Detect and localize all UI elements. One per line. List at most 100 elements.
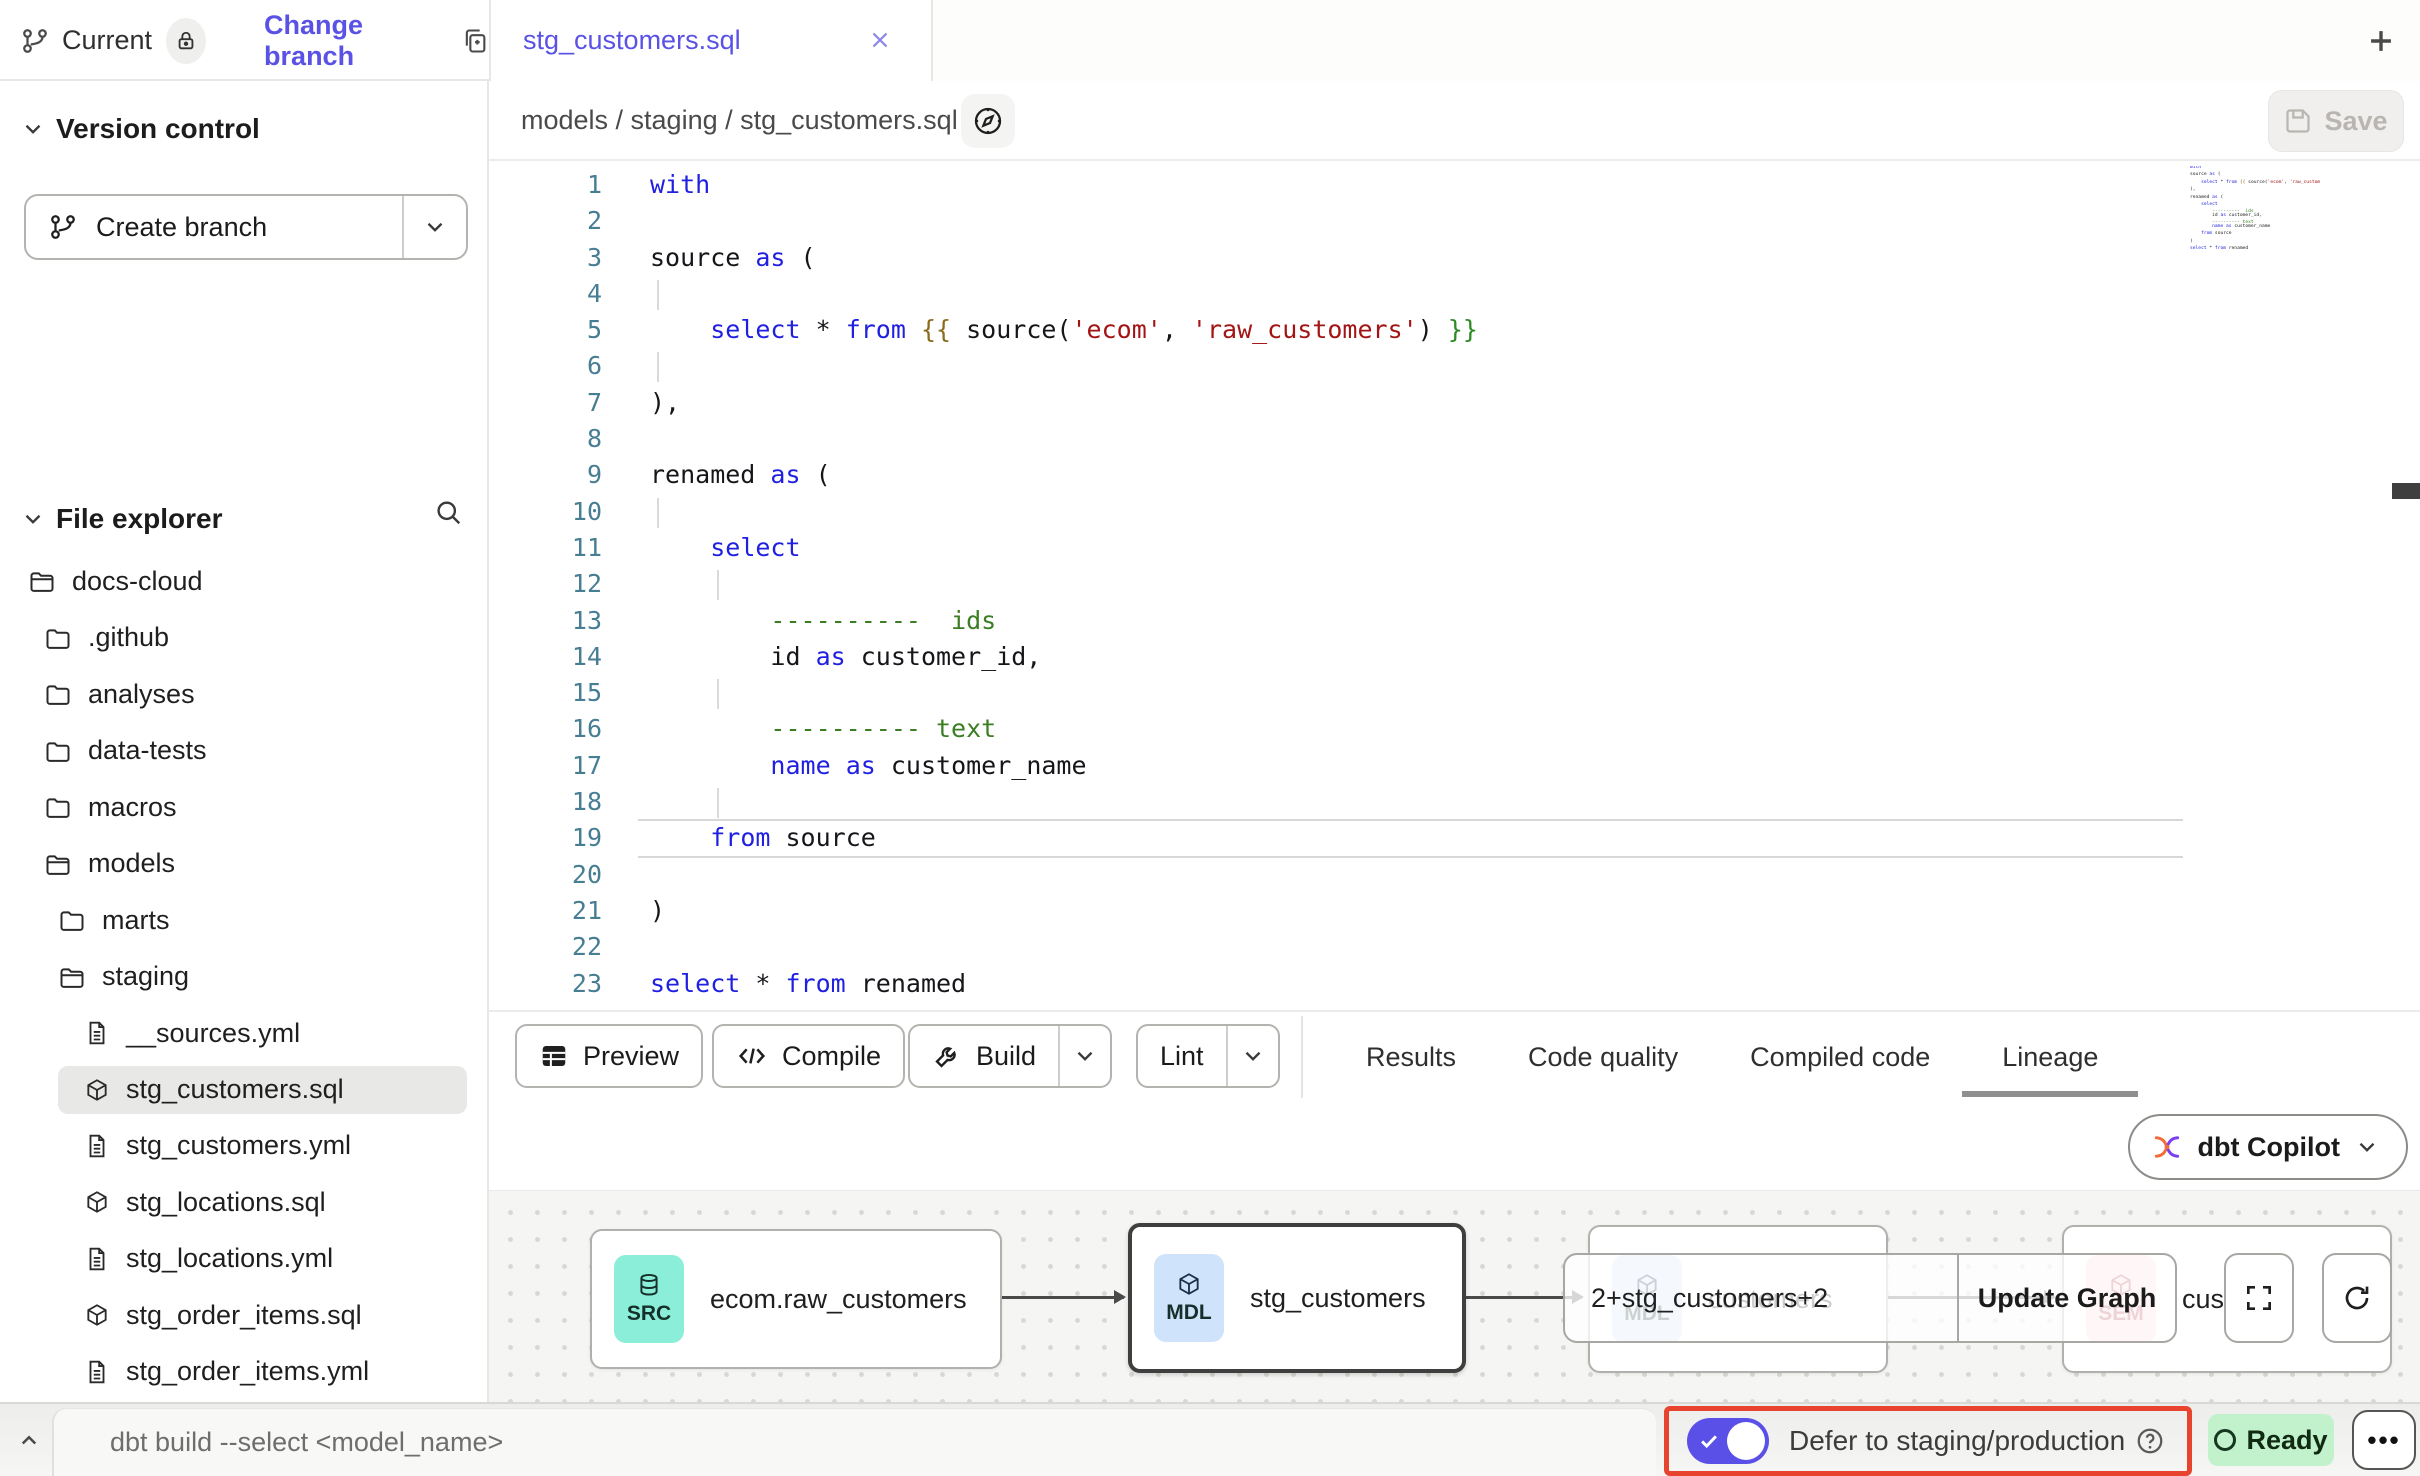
code-line-5[interactable]: 5 select * from {{ source('ecom', 'raw_c… xyxy=(489,312,2183,348)
tree-item-label: stg_customers.sql xyxy=(126,1074,344,1105)
dbt-copilot-button[interactable]: dbt Copilot xyxy=(2128,1114,2408,1180)
tab-lineage[interactable]: Lineage xyxy=(2002,1012,2098,1102)
compile-label: Compile xyxy=(782,1041,881,1072)
fullscreen-button[interactable] xyxy=(2224,1253,2294,1343)
tree-item-stg-order-items-sql[interactable]: stg_order_items.sql xyxy=(0,1287,489,1344)
sidebar: Version control Create branch File explo… xyxy=(0,81,489,1402)
chevron-up-icon[interactable] xyxy=(14,1426,44,1456)
tree-item-stg-locations-yml[interactable]: stg_locations.yml xyxy=(0,1231,489,1288)
mdl-badge-label: MDL xyxy=(1166,1301,1212,1325)
create-branch-dropdown[interactable] xyxy=(402,196,466,258)
preview-button[interactable]: Preview xyxy=(515,1024,703,1088)
defer-toggle[interactable] xyxy=(1687,1418,1769,1464)
code-line-15[interactable]: 15 xyxy=(489,675,2183,711)
toggle-knob xyxy=(1727,1422,1765,1460)
build-dropdown[interactable] xyxy=(1058,1026,1110,1086)
file-icon xyxy=(84,1359,110,1385)
lineage-node-stg-customers[interactable]: MDL stg_customers xyxy=(1128,1223,1466,1373)
minimap[interactable]: withsource as ( select * from {{ source(… xyxy=(2190,166,2320,256)
chevron-down-icon xyxy=(1240,1043,1266,1069)
code-line-1[interactable]: 1with xyxy=(489,167,2183,203)
tree-item-analyses[interactable]: analyses xyxy=(0,666,489,723)
update-graph-button[interactable]: Update Graph xyxy=(1957,1255,2175,1341)
tree-item-label: stg_order_items.sql xyxy=(126,1300,362,1331)
code-line-17[interactable]: 17 name as customer_name xyxy=(489,748,2183,784)
compile-button[interactable]: Compile xyxy=(712,1024,905,1088)
tree-item--github[interactable]: .github xyxy=(0,610,489,667)
compass-icon xyxy=(972,105,1004,137)
tree-item-stg-locations-sql[interactable]: stg_locations.sql xyxy=(0,1174,489,1231)
tree-item-label: marts xyxy=(102,905,170,936)
lint-dropdown[interactable] xyxy=(1226,1026,1278,1086)
folder-icon xyxy=(44,624,72,652)
create-branch-button[interactable]: Create branch xyxy=(26,196,402,258)
tree-item-docs-cloud[interactable]: docs-cloud xyxy=(0,553,489,610)
status-badge[interactable]: Ready xyxy=(2208,1414,2334,1466)
code-line-8[interactable]: 8 xyxy=(489,421,2183,457)
more-options-button[interactable]: ••• xyxy=(2352,1410,2416,1470)
tree-item-stg-customers-yml[interactable]: stg_customers.yml xyxy=(0,1118,489,1175)
code-line-3[interactable]: 3source as ( xyxy=(489,240,2183,276)
code-line-13[interactable]: 13 ---------- ids xyxy=(489,603,2183,639)
version-control-header[interactable]: Version control xyxy=(0,99,487,159)
scrollbar-thumb[interactable] xyxy=(2392,483,2420,499)
code-line-20[interactable]: 20 xyxy=(489,857,2183,893)
command-input[interactable]: dbt build --select <model_name> xyxy=(52,1408,1656,1476)
tree-item-label: staging xyxy=(102,961,189,992)
refresh-button[interactable] xyxy=(2322,1253,2392,1343)
code-line-22[interactable]: 22 xyxy=(489,929,2183,965)
tree-item-marts[interactable]: marts xyxy=(0,892,489,949)
code-line-4[interactable]: 4 xyxy=(489,276,2183,312)
tree-item-data-tests[interactable]: data-tests xyxy=(0,723,489,780)
tree-item-macros[interactable]: macros xyxy=(0,779,489,836)
code-line-12[interactable]: 12 xyxy=(489,566,2183,602)
database-icon xyxy=(636,1272,662,1298)
search-icon[interactable] xyxy=(433,497,463,527)
tab-code-quality[interactable]: Code quality xyxy=(1528,1012,1678,1102)
code-line-9[interactable]: 9renamed as ( xyxy=(489,457,2183,493)
lineage-node-source[interactable]: SRC ecom.raw_customers xyxy=(590,1229,1002,1369)
code-line-2[interactable]: 2 xyxy=(489,203,2183,239)
tree-item-staging[interactable]: staging xyxy=(0,949,489,1006)
breadcrumb: models / staging / stg_customers.sql xyxy=(521,105,958,136)
tree-item--sources-yml[interactable]: __sources.yml xyxy=(0,1005,489,1062)
copy-icon[interactable] xyxy=(461,27,489,55)
code-line-18[interactable]: 18 xyxy=(489,784,2183,820)
tab-results[interactable]: Results xyxy=(1366,1012,1456,1102)
tree-item-stg-order-items-yml[interactable]: stg_order_items.yml xyxy=(0,1344,489,1401)
code-editor[interactable]: 1with23source as (45 select * from {{ so… xyxy=(489,161,2420,1010)
code-line-23[interactable]: 23select * from renamed xyxy=(489,966,2183,1002)
code-line-7[interactable]: 7), xyxy=(489,385,2183,421)
code-line-19[interactable]: 19 from source xyxy=(489,820,2183,856)
code-line-10[interactable]: 10 xyxy=(489,494,2183,530)
refresh-icon xyxy=(2341,1282,2373,1314)
lineage-selector-input[interactable]: 2+stg_customers+2 xyxy=(1565,1255,1957,1341)
tree-item-stg-customers-sql[interactable]: stg_customers.sql xyxy=(58,1066,467,1114)
lineage-panel[interactable]: SRC ecom.raw_customers MDL stg_customers… xyxy=(489,1190,2420,1402)
code-line-6[interactable]: 6 xyxy=(489,348,2183,384)
line-number: 7 xyxy=(489,385,638,421)
new-tab-button[interactable] xyxy=(2364,24,2398,58)
code-line-5: select * from {{ source('ecom', 'raw_cus… xyxy=(2190,181,2320,185)
tab-compiled-code[interactable]: Compiled code xyxy=(1750,1012,1930,1102)
close-tab-icon[interactable] xyxy=(867,27,893,53)
code-line-11[interactable]: 11 select xyxy=(489,530,2183,566)
build-button[interactable]: Build xyxy=(910,1026,1058,1086)
lint-button[interactable]: Lint xyxy=(1138,1026,1226,1086)
code-line-14[interactable]: 14 id as customer_id, xyxy=(489,639,2183,675)
code-line-21[interactable]: 21) xyxy=(489,893,2183,929)
file-icon xyxy=(84,1020,110,1046)
tree-item-models[interactable]: models xyxy=(0,836,489,893)
help-icon[interactable] xyxy=(2135,1426,2165,1456)
file-explorer-header[interactable]: File explorer xyxy=(0,489,487,549)
ide-actions-button[interactable] xyxy=(961,94,1015,148)
tree-item-label: models xyxy=(88,848,175,879)
change-branch-link[interactable]: Change branch xyxy=(264,10,435,72)
save-button[interactable]: Save xyxy=(2268,90,2404,152)
branch-locked-chip xyxy=(166,18,206,64)
code-line-16[interactable]: 16 ---------- text xyxy=(489,711,2183,747)
branch-header: Current Change branch xyxy=(0,0,489,81)
tree-item-label: .github xyxy=(88,622,169,653)
tab-stg-customers-sql[interactable]: stg_customers.sql xyxy=(489,0,933,81)
action-toolbar: Preview Compile Build Lint xyxy=(489,1010,2420,1100)
